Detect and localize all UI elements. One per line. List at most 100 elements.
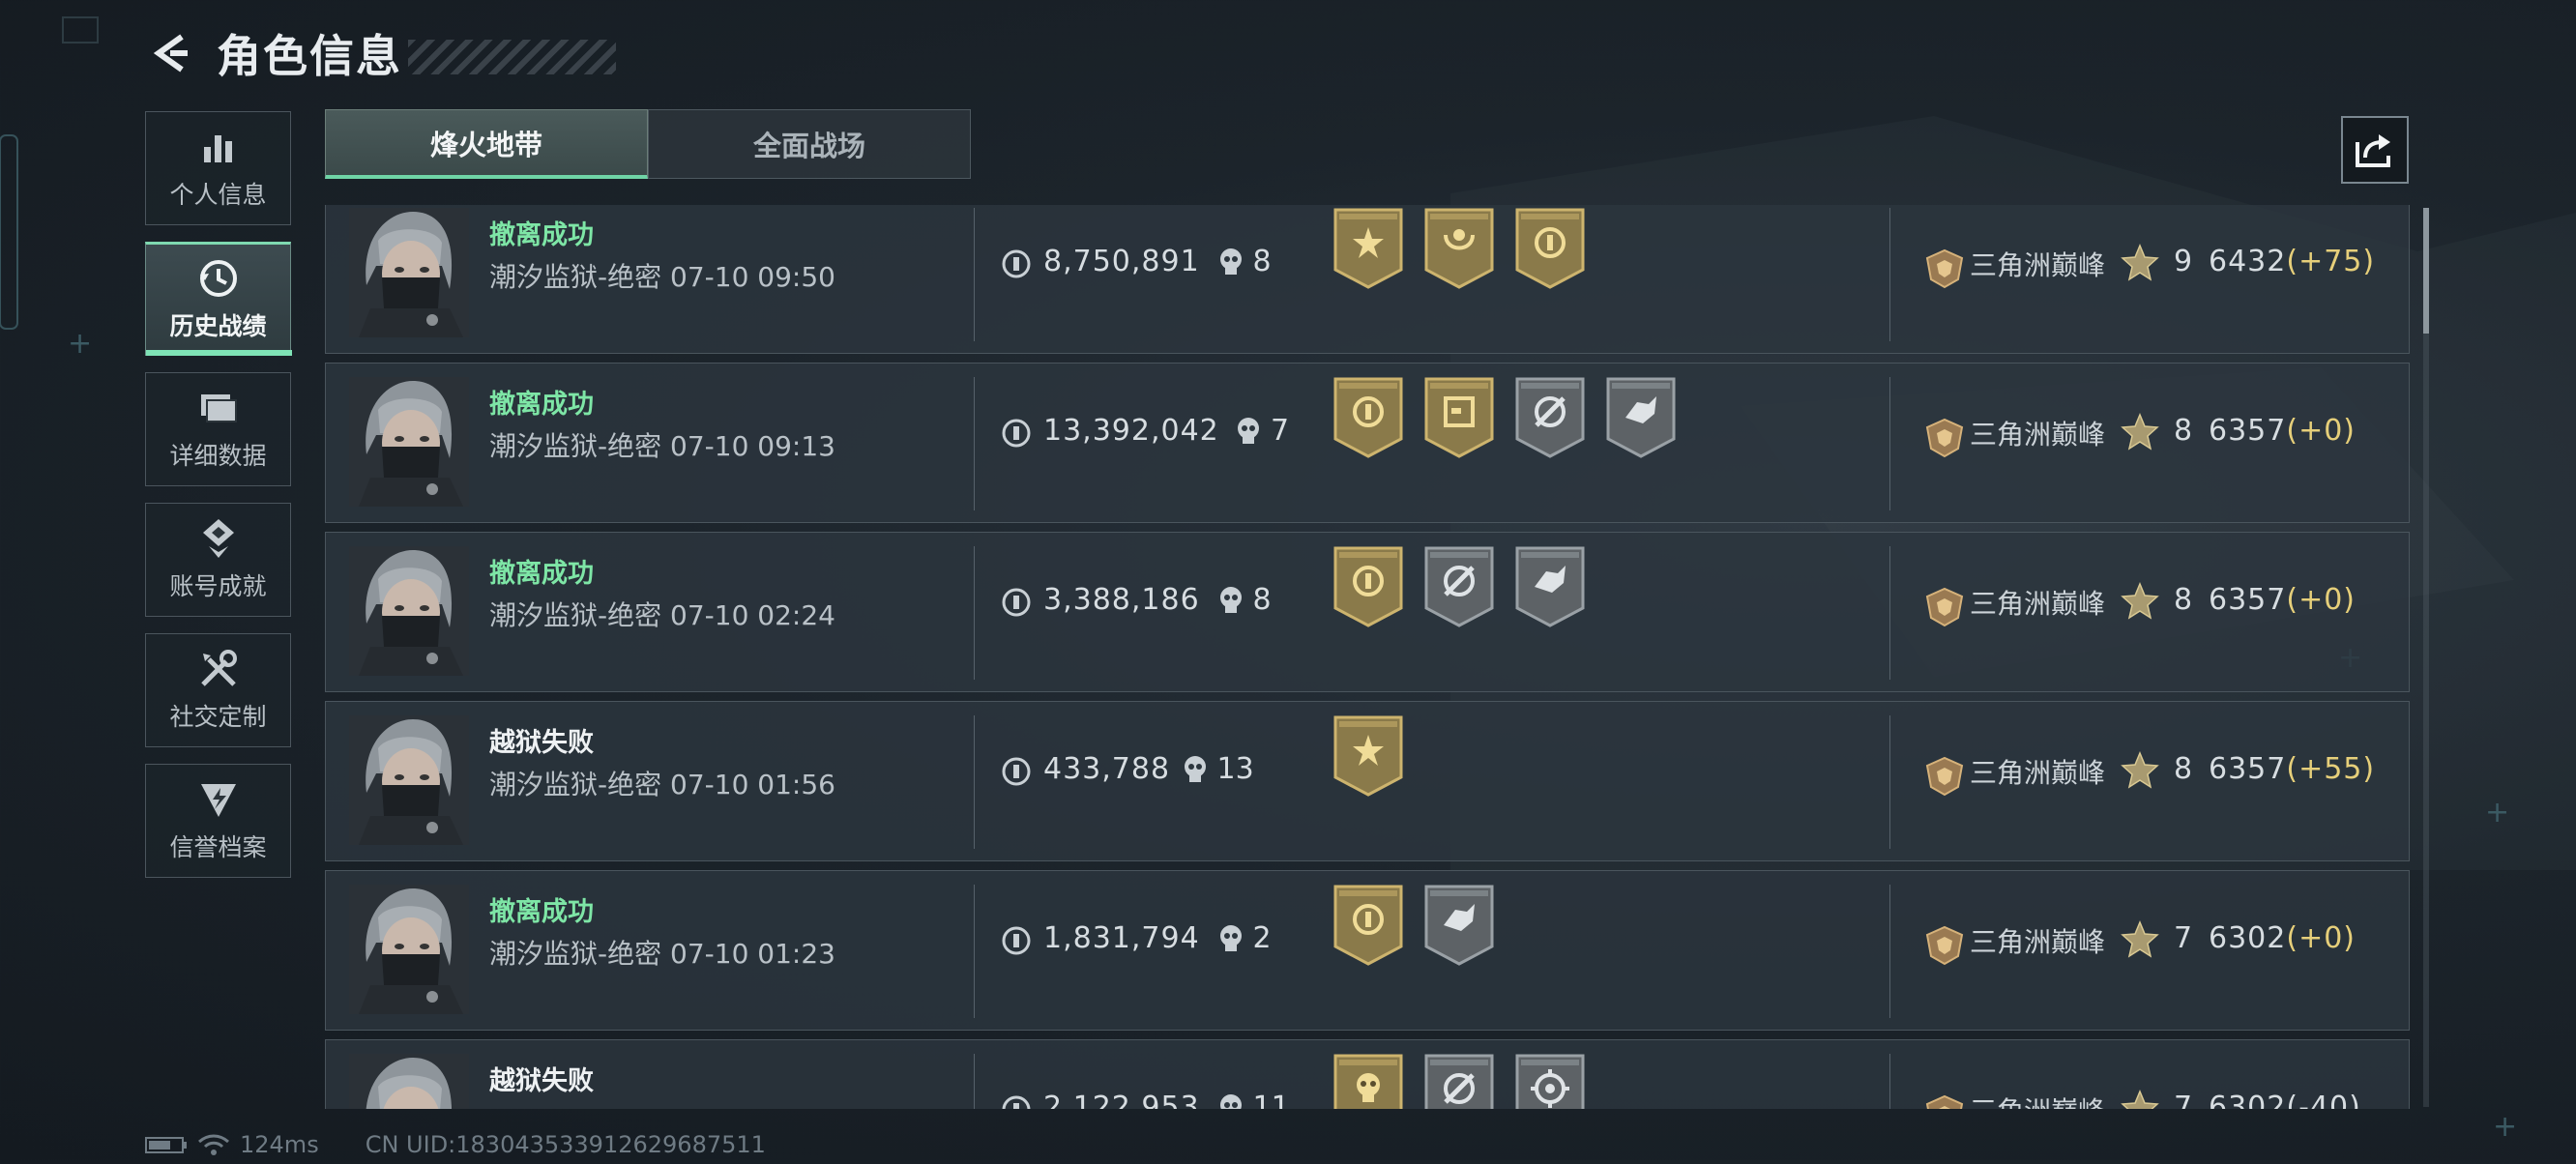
nav-label: 个人信息 [169,181,267,209]
silver-hand-badge-icon[interactable] [1422,883,1496,966]
rank-emblem-icon [1925,248,1964,289]
money-value: 433,788 [1043,752,1171,786]
scrollbar[interactable] [2423,208,2429,1107]
rank-score: 6432(+75) [2209,245,2375,278]
score-delta: (+0) [2286,414,2356,448]
money-value: 3,388,186 [1043,583,1200,617]
rank-score: 6302(-40) [2209,1091,2361,1109]
kill-count: 11 [1252,1091,1290,1109]
nav-item-social[interactable]: 社交定制 [145,633,291,747]
star-icon [2121,413,2159,451]
match-time: 07-10 02:24 [670,599,835,631]
folder-stack-icon [200,394,237,422]
match-result: 撤离成功 [489,390,594,420]
rank-score: 6302(+0) [2209,921,2356,955]
gold-wreath-badge-icon[interactable] [1422,206,1496,289]
skull-icon [1219,587,1242,613]
map-info: 潮汐监狱-绝密 07-10 00:55 [489,1102,835,1109]
divider [1889,715,1890,849]
kill-count: 2 [1252,921,1272,955]
match-row[interactable]: 撤离成功 潮汐监狱-绝密 07-10 09:13 13,392,042 7 三角洲巅峰 8… [325,363,2410,523]
clock-history-icon [199,260,237,297]
avatar [349,885,469,1014]
rank-emblem-icon [1925,756,1964,797]
rank-emblem-icon [1925,587,1964,627]
gold-skull-badge-icon[interactable] [1332,1052,1405,1109]
back-button[interactable] [145,27,197,79]
nav-label: 历史战绩 [169,312,267,340]
rank-emblem-icon [1925,1094,1964,1109]
match-row[interactable]: 撤离成功 潮汐监狱-绝密 07-10 01:23 1,831,794 2 三角洲巅峰 7 6… [325,870,2410,1031]
coin-icon [1002,588,1031,617]
match-result: 撤离成功 [489,897,594,927]
avatar [349,1054,469,1109]
coin-icon [1002,757,1031,786]
rank-name: 三角洲巅峰 [1970,588,2106,620]
gold-coin-badge-icon[interactable] [1332,883,1405,966]
nav-item-history[interactable]: 历史战绩 [145,242,292,356]
map-info: 潮汐监狱-绝密 07-10 09:13 [489,425,835,464]
tab-full-battlefield[interactable]: 全面战场 [648,109,971,179]
match-time: 07-10 01:56 [670,769,835,800]
silver-hand-badge-icon[interactable] [1604,375,1678,458]
operator-avatar-image [349,885,469,1014]
tab-havoc-zone[interactable]: 烽火地带 [325,109,648,179]
operator-avatar-image [349,715,469,845]
match-list[interactable]: 撤离成功 潮汐监狱-绝密 07-10 09:50 8,750,891 8 三角洲巅峰 9 6… [325,205,2410,1109]
map-info: 潮汐监狱-绝密 07-10 01:23 [489,933,835,972]
gold-safe-badge-icon[interactable] [1422,375,1496,458]
match-row[interactable]: 撤离成功 潮汐监狱-绝密 07-10 09:50 8,750,891 8 三角洲巅峰 9 6… [325,205,2410,354]
gold-coin-badge-icon[interactable] [1513,206,1587,289]
map-name: 潮汐监狱-绝密 [489,1107,661,1109]
match-result: 撤离成功 [489,559,594,589]
rank-score: 6357(+0) [2209,583,2356,617]
nav-item-detail-data[interactable]: 详细数据 [145,372,291,486]
gold-coin-badge-icon[interactable] [1332,375,1405,458]
active-indicator [146,350,292,356]
bar-chart-icon [203,135,232,162]
achievement-icon [202,519,234,558]
ping-text: 124ms [240,1131,319,1158]
match-row[interactable]: 越狱失败 潮汐监狱-绝密 07-10 01:56 433,788 13 三角洲巅峰 8 63… [325,701,2410,861]
rank-score: 6357(+0) [2209,414,2356,448]
silver-target-badge-icon[interactable] [1513,1052,1587,1109]
divider [1889,208,1890,341]
gold-coin-badge-icon[interactable] [1332,544,1405,627]
nav-label: 社交定制 [169,703,267,731]
gold-sun-badge-icon[interactable] [1332,206,1405,289]
score-delta: (+75) [2286,245,2376,278]
divider [974,885,975,1018]
match-time: 07-10 09:13 [670,430,835,462]
score-value: 6432 [2209,245,2287,278]
nav-item-reputation[interactable]: 信誉档案 [145,764,291,878]
map-name: 潮汐监狱-绝密 [489,599,662,631]
nav-item-achievements[interactable]: 账号成就 [145,503,291,617]
rank-name: 三角洲巅峰 [1970,757,2106,789]
scroll-thumb[interactable] [2423,208,2429,334]
silver-crosshair-badge-icon[interactable] [1513,375,1587,458]
gold-sun-badge-icon[interactable] [1332,713,1405,797]
kill-count: 8 [1252,245,1272,278]
share-button[interactable] [2341,116,2409,184]
divider [1889,1054,1890,1109]
status-bar: 124ms CN UID:18304353391262968751​1 [145,1131,766,1158]
star-icon [2121,920,2159,958]
silver-crosshair-badge-icon[interactable] [1422,1052,1496,1109]
match-time: 07-10 09:50 [670,261,835,293]
page-title: 角色信息 [217,30,402,82]
score-value: 6357 [2209,583,2287,617]
match-row[interactable]: 撤离成功 潮汐监狱-绝密 07-10 02:24 3,388,186 8 三角洲巅峰 8 6… [325,532,2410,692]
money-value: 8,750,891 [1043,245,1200,278]
nav-item-profile[interactable]: 个人信息 [145,111,291,225]
score-value: 6302 [2209,921,2287,955]
silver-crosshair-badge-icon[interactable] [1422,544,1496,627]
badge-list [1332,713,1422,797]
silver-hand-badge-icon[interactable] [1513,544,1587,627]
share-icon [2356,134,2390,167]
wifi-icon [198,1134,229,1155]
star-count: 9 [2174,245,2193,278]
nav-label: 详细数据 [169,442,267,470]
match-result: 越狱失败 [489,1066,594,1096]
star-icon [2121,582,2159,620]
match-row[interactable]: 越狱失败潮汐监狱-绝密 07-10 00:55 2,122,953 11 三角洲巅峰 7… [325,1039,2410,1109]
